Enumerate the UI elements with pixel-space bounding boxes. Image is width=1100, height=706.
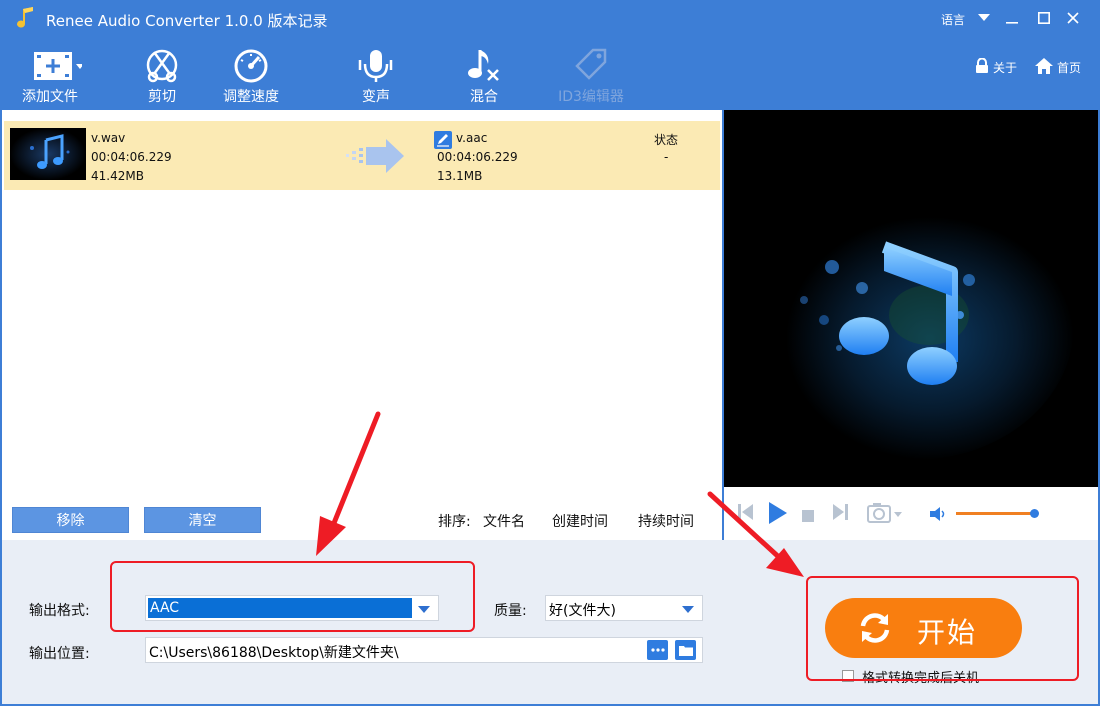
red-arrow-to-format [316,411,381,556]
red-arrow-to-start [707,491,804,577]
annotation-arrows [316,411,804,577]
